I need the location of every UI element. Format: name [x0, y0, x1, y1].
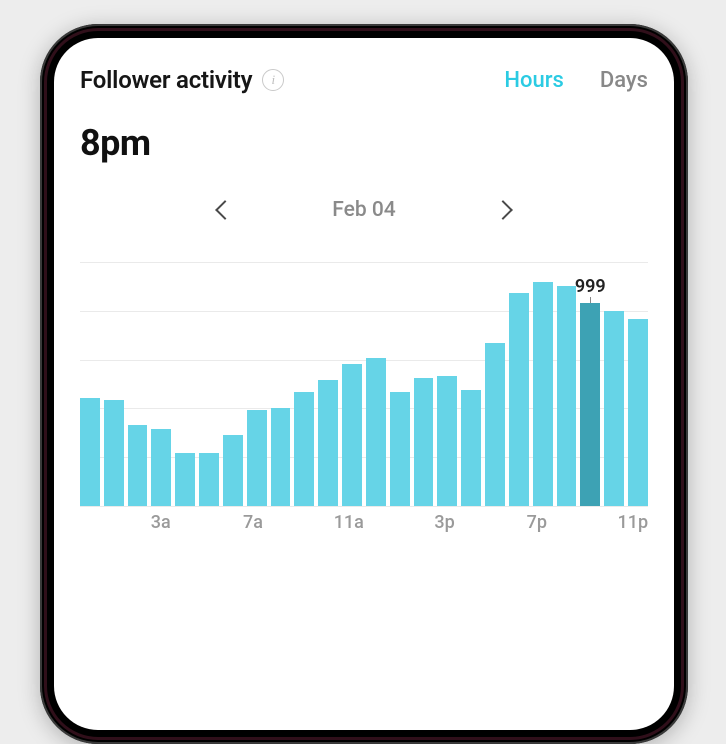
x-tick [571, 512, 594, 534]
bar-5a[interactable] [199, 453, 219, 506]
x-tick [594, 512, 617, 534]
info-icon[interactable]: i [262, 69, 284, 91]
x-tick [479, 512, 502, 534]
x-tick: 3p [433, 512, 456, 534]
chevron-right-icon[interactable] [493, 200, 513, 220]
selected-time-heading: 8pm [80, 122, 648, 164]
bar-8a[interactable] [271, 408, 291, 506]
bar-7a[interactable] [247, 410, 267, 506]
bar-7p[interactable] [533, 282, 553, 506]
x-tick [126, 512, 149, 534]
chart-x-axis: 3a 7a 11a 3p 7p 11p [80, 512, 648, 534]
x-tick: 3a [149, 512, 172, 534]
bar-3p[interactable] [437, 376, 457, 506]
bar-12p[interactable] [366, 358, 386, 506]
bar-8p[interactable] [557, 286, 577, 506]
x-tick [288, 512, 311, 534]
chart-bars: 999 [80, 262, 648, 506]
bar-12a[interactable] [80, 398, 100, 506]
date-navigator: Feb 04 [80, 198, 648, 222]
x-tick [195, 512, 218, 534]
x-tick [265, 512, 288, 534]
date-label: Feb 04 [332, 198, 396, 222]
x-tick [548, 512, 571, 534]
x-tick [172, 512, 195, 534]
chevron-left-icon[interactable] [215, 200, 235, 220]
header: Follower activity i Hours Days [80, 66, 648, 94]
x-tick [456, 512, 479, 534]
bar-5p[interactable] [485, 343, 505, 506]
bar-callout: 999 [575, 276, 606, 297]
x-tick [410, 512, 433, 534]
x-tick [218, 512, 241, 534]
bar-4p[interactable] [461, 390, 481, 506]
bar-1a[interactable] [104, 400, 124, 506]
page-title: Follower activity [80, 66, 252, 94]
screen: Follower activity i Hours Days 8pm Feb 0… [54, 38, 674, 730]
bar-9p[interactable]: 999 [580, 303, 600, 506]
x-tick: 11a [334, 512, 364, 534]
x-tick [364, 512, 387, 534]
bar-10a[interactable] [318, 380, 338, 506]
x-tick [387, 512, 410, 534]
bar-6p[interactable] [509, 293, 529, 507]
follower-activity-chart: 999 [80, 262, 648, 506]
x-tick [103, 512, 126, 534]
bar-9a[interactable] [294, 392, 314, 506]
tab-days[interactable]: Days [600, 68, 648, 93]
x-tick: 7a [241, 512, 264, 534]
bar-1p[interactable] [390, 392, 410, 506]
x-tick [311, 512, 334, 534]
bar-11a[interactable] [342, 364, 362, 506]
bar-2p[interactable] [414, 378, 434, 506]
x-tick [80, 512, 103, 534]
phone-frame: Follower activity i Hours Days 8pm Feb 0… [40, 24, 688, 744]
bar-10p[interactable] [604, 311, 624, 506]
bar-6a[interactable] [223, 435, 243, 506]
bar-11p[interactable] [628, 319, 648, 506]
bar-3a[interactable] [151, 429, 171, 506]
tab-hours[interactable]: Hours [504, 68, 563, 93]
bar-2a[interactable] [128, 425, 148, 506]
bar-4a[interactable] [175, 453, 195, 506]
x-tick: 11p [618, 512, 649, 534]
x-tick: 7p [525, 512, 548, 534]
x-tick [502, 512, 525, 534]
